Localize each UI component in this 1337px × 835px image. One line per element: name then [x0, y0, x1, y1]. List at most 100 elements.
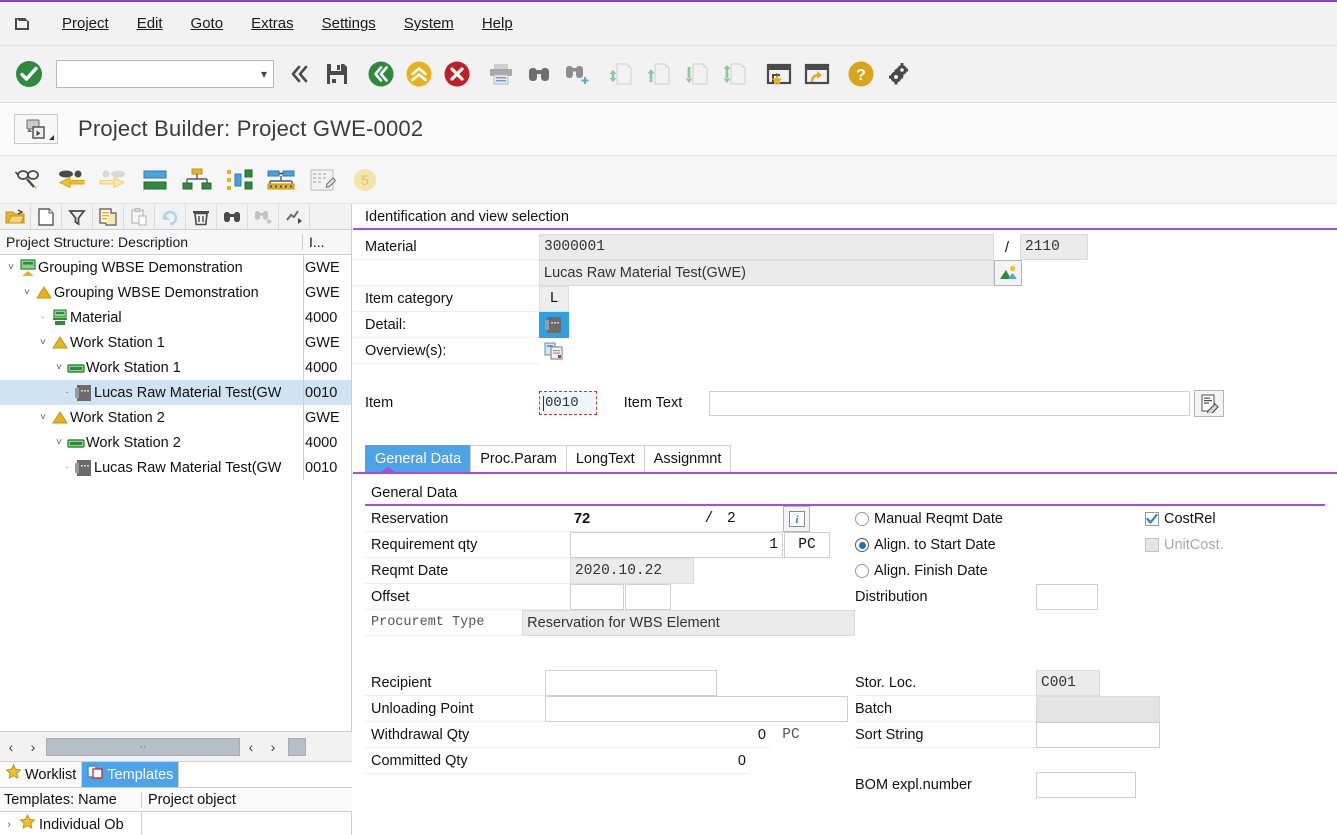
- find-icon[interactable]: [520, 54, 558, 94]
- delete-icon[interactable]: [186, 204, 217, 229]
- scroll-right-button-2[interactable]: ›: [262, 736, 284, 758]
- twisty-expanded-icon[interactable]: ˅: [36, 412, 50, 423]
- filter-icon[interactable]: [62, 204, 93, 229]
- item-input[interactable]: 0010: [539, 391, 597, 415]
- tree-row[interactable]: ˅ Work Station 2 4000: [0, 430, 351, 455]
- item-category-field[interactable]: L: [539, 286, 569, 312]
- material-description-field[interactable]: Lucas Raw Material Test(GWE): [539, 260, 994, 286]
- twisty-collapsed-icon[interactable]: ›: [2, 819, 16, 830]
- copy-icon[interactable]: [93, 204, 124, 229]
- cancel-red-icon[interactable]: [438, 54, 476, 94]
- long-text-editor-icon[interactable]: [1194, 389, 1224, 417]
- tree-row[interactable]: ˅ Work Station 2 GWE: [0, 405, 351, 430]
- more-functions-icon[interactable]: [279, 204, 310, 229]
- scroll-right-button[interactable]: ›: [22, 736, 44, 758]
- tree-row[interactable]: · Lucas Raw Material Test(GW 0010: [0, 455, 351, 480]
- network-graphic-icon[interactable]: [218, 160, 260, 200]
- distribution-field[interactable]: [1036, 584, 1098, 610]
- hierarchy-graphic-icon[interactable]: [176, 160, 218, 200]
- material-field[interactable]: 3000001: [539, 234, 994, 260]
- tree-body[interactable]: ˅ Grouping WBSE Demonstration GWE ˅ Grou…: [0, 255, 351, 731]
- requirement-qty-unit[interactable]: PC: [784, 532, 830, 558]
- create-shortcut-icon[interactable]: [798, 54, 836, 94]
- menu-item-goto[interactable]: Goto: [177, 11, 238, 36]
- save-icon[interactable]: [318, 54, 356, 94]
- paste-icon[interactable]: [124, 204, 155, 229]
- command-field[interactable]: ▾: [56, 60, 274, 88]
- tab-worklist[interactable]: Worklist: [0, 762, 83, 787]
- scroll-thumb-2[interactable]: [288, 737, 306, 756]
- radio-align-start-date[interactable]: Align. to Start Date: [855, 532, 1145, 558]
- last-page-icon[interactable]: [716, 54, 754, 94]
- graphic-overview-icon[interactable]: [994, 260, 1022, 286]
- plant-field[interactable]: 2110: [1020, 234, 1088, 260]
- create-session-icon[interactable]: [760, 54, 798, 94]
- messages-badge-icon[interactable]: 5: [344, 160, 386, 200]
- new-object-icon[interactable]: [31, 204, 62, 229]
- customize-layout-icon[interactable]: [880, 54, 918, 94]
- radio-icon-selected[interactable]: [855, 538, 869, 552]
- procuremt-type-field[interactable]: Reservation for WBS Element: [522, 610, 855, 636]
- offset-field-2[interactable]: [625, 584, 671, 610]
- scroll-left-button-2[interactable]: ‹: [240, 736, 262, 758]
- tree-row[interactable]: · Material 4000: [0, 305, 351, 330]
- requirement-qty-input[interactable]: 1: [570, 532, 783, 558]
- menu-item-edit[interactable]: Edit: [123, 11, 177, 36]
- project-builder-icon[interactable]: [14, 114, 58, 144]
- list-item[interactable]: › Individual Ob: [0, 812, 352, 835]
- tree-horizontal-scrollbar[interactable]: ‹ › ·· ‹ ›: [0, 731, 352, 761]
- twisty-expanded-icon[interactable]: ˅: [36, 337, 50, 348]
- gantt-chart-icon[interactable]: [260, 160, 302, 200]
- next-object-icon[interactable]: [92, 160, 134, 200]
- recipient-input[interactable]: [545, 670, 717, 696]
- detail-screen-icon[interactable]: [134, 160, 176, 200]
- twisty-expanded-icon[interactable]: ˅: [4, 262, 18, 273]
- tab-long-text[interactable]: LongText: [565, 445, 645, 472]
- window-menu-icon[interactable]: [10, 9, 40, 39]
- reservation-number-field[interactable]: 72: [570, 506, 695, 532]
- tree-row[interactable]: · Lucas Raw Material Test(GW 0010: [0, 380, 351, 405]
- back-double-chevron-icon[interactable]: [280, 54, 318, 94]
- menu-item-system[interactable]: System: [390, 11, 468, 36]
- menu-item-settings[interactable]: Settings: [308, 11, 390, 36]
- radio-icon[interactable]: [855, 564, 869, 578]
- find-next-icon[interactable]: [558, 54, 596, 94]
- menu-item-extras[interactable]: Extras: [237, 11, 308, 36]
- radio-manual-reqmt-date[interactable]: Manual Reqmt Date: [855, 506, 1145, 532]
- find-icon[interactable]: [217, 204, 248, 229]
- previous-object-icon[interactable]: [50, 160, 92, 200]
- stor-loc-field[interactable]: C001: [1036, 670, 1100, 696]
- radio-align-finish-date[interactable]: Align. Finish Date: [855, 558, 1145, 584]
- reservation-item-field[interactable]: 2: [723, 506, 783, 532]
- offset-field-1[interactable]: [570, 584, 624, 610]
- tab-proc-param[interactable]: Proc.Param: [470, 445, 567, 472]
- twisty-expanded-icon[interactable]: ˅: [20, 287, 34, 298]
- tree-row[interactable]: ˅ Grouping WBSE Demonstration GWE: [0, 280, 351, 305]
- info-icon[interactable]: i: [783, 506, 810, 532]
- twisty-expanded-icon[interactable]: ˅: [52, 437, 66, 448]
- item-text-input[interactable]: [709, 390, 1190, 416]
- find-next-icon[interactable]: [248, 204, 279, 229]
- component-overview-icon[interactable]: [539, 338, 569, 364]
- help-icon[interactable]: ?: [842, 54, 880, 94]
- display-change-icon[interactable]: [8, 160, 50, 200]
- tree-row[interactable]: ˅ Work Station 1 4000: [0, 355, 351, 380]
- bom-expl-input[interactable]: [1036, 772, 1136, 798]
- radio-icon[interactable]: [855, 512, 869, 526]
- tree-row[interactable]: ˅ Grouping WBSE Demonstration GWE: [0, 255, 351, 280]
- enter-ok-icon[interactable]: [10, 54, 48, 94]
- menu-item-project[interactable]: Project: [48, 11, 123, 36]
- next-page-icon[interactable]: [678, 54, 716, 94]
- reqmt-date-field[interactable]: 2020.10.22: [570, 558, 694, 584]
- tab-templates[interactable]: Templates: [82, 762, 180, 787]
- chevron-down-icon[interactable]: ▾: [261, 67, 267, 81]
- checkbox-cost-rel[interactable]: CostRel: [1145, 506, 1315, 532]
- exit-yellow-icon[interactable]: [400, 54, 438, 94]
- print-icon[interactable]: [482, 54, 520, 94]
- undo-icon[interactable]: [155, 204, 186, 229]
- menu-item-help[interactable]: Help: [468, 11, 527, 36]
- twisty-expanded-icon[interactable]: ˅: [52, 362, 66, 373]
- component-detail-icon[interactable]: [539, 312, 569, 338]
- unloading-point-input[interactable]: [545, 696, 848, 722]
- back-green-icon[interactable]: [362, 54, 400, 94]
